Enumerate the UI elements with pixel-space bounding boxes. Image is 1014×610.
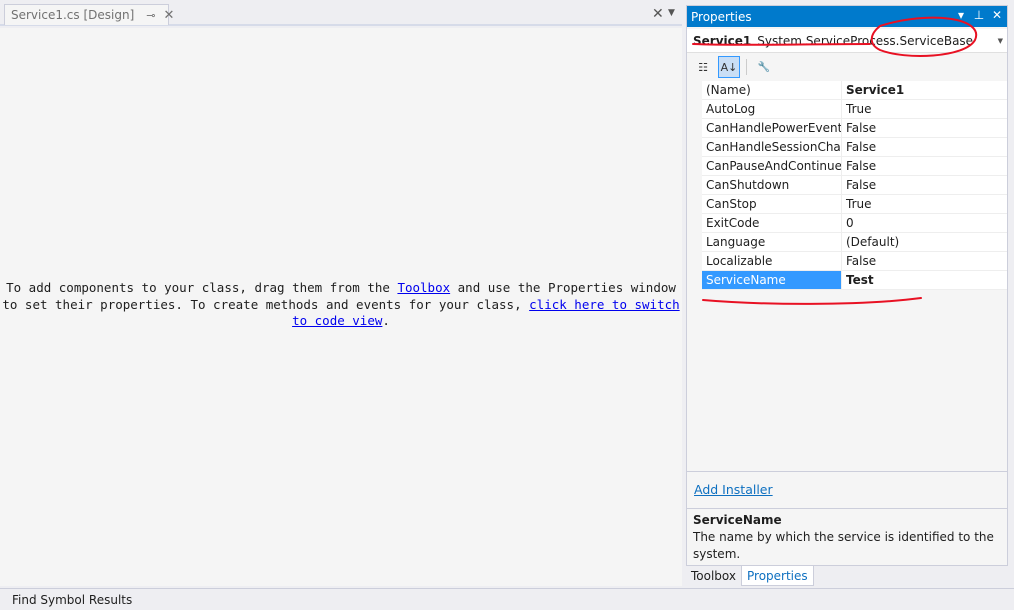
titlebar-icons: ▾ ⊥ ✕ — [955, 8, 1003, 22]
property-row-servicename[interactable]: ServiceName Test — [687, 270, 1007, 290]
property-row-canpauseandcontinue[interactable]: CanPauseAndContinue False — [687, 156, 1007, 176]
row-gutter — [687, 137, 702, 157]
property-name[interactable]: CanHandlePowerEvent — [702, 119, 842, 137]
property-value[interactable]: Test — [842, 271, 874, 289]
chevron-down-icon[interactable]: ▼ — [998, 37, 1003, 45]
property-grid: (Name) Service1 AutoLog True CanHandlePo… — [687, 80, 1007, 290]
component-designer-surface[interactable]: To add components to your class, drag th… — [0, 28, 682, 586]
row-gutter — [687, 156, 702, 176]
tab-title[interactable]: Service1.cs [Design] — [11, 8, 134, 22]
property-row-language[interactable]: Language (Default) — [687, 232, 1007, 252]
property-name[interactable]: CanHandleSessionChangeEvent — [702, 138, 842, 156]
property-value[interactable]: False — [842, 176, 876, 194]
row-gutter — [687, 175, 702, 195]
message-text: To add components to your class, drag th… — [6, 280, 398, 295]
property-name[interactable]: Localizable — [702, 252, 842, 270]
property-name[interactable]: ExitCode — [702, 214, 842, 232]
property-row-canhandlesessionchangeevent[interactable]: CanHandleSessionChangeEvent False — [687, 137, 1007, 157]
property-value[interactable]: False — [842, 157, 876, 175]
tab-properties[interactable]: Properties — [741, 566, 814, 586]
property-row-autolog[interactable]: AutoLog True — [687, 99, 1007, 119]
object-type: System.ServiceProcess.ServiceBase — [757, 33, 974, 48]
alphabetical-icon[interactable]: A↓ — [718, 56, 740, 78]
property-value[interactable]: True — [842, 195, 872, 213]
designer-message: To add components to your class, drag th… — [0, 280, 682, 330]
tab-service1-design[interactable]: Service1.cs [Design] ⊸ ✕ — [4, 4, 174, 25]
switch-to-code-link-cont[interactable]: to code view — [292, 313, 382, 328]
message-text: to set their properties. To create metho… — [2, 296, 530, 312]
property-name[interactable]: CanStop — [702, 195, 842, 213]
property-name[interactable]: AutoLog — [702, 100, 842, 118]
property-name[interactable]: CanShutdown — [702, 176, 842, 194]
tab-toolbox[interactable]: Toolbox — [686, 566, 741, 586]
property-row-localizable[interactable]: Localizable False — [687, 251, 1007, 271]
close-all-icon[interactable]: ✕ — [652, 6, 664, 22]
row-gutter — [687, 194, 702, 214]
window-position-dropdown-icon[interactable]: ▾ — [955, 8, 967, 22]
property-value[interactable]: False — [842, 119, 876, 137]
property-row-canshutdown[interactable]: CanShutdown False — [687, 175, 1007, 195]
description-pane: ServiceName The name by which the servic… — [687, 508, 1007, 566]
bottom-tool-window-bar: Find Symbol Results — [0, 588, 1014, 610]
add-installer-link[interactable]: Add Installer — [694, 482, 773, 497]
row-gutter — [687, 213, 702, 233]
property-row-canstop[interactable]: CanStop True — [687, 194, 1007, 214]
row-gutter — [687, 80, 702, 100]
description-title: ServiceName — [693, 513, 782, 527]
property-name[interactable]: CanPauseAndContinue — [702, 157, 842, 175]
property-value[interactable]: False — [842, 138, 876, 156]
properties-pane: Properties ▾ ⊥ ✕ Service1 System.Service… — [686, 5, 1008, 566]
row-gutter — [687, 99, 702, 119]
property-name[interactable]: Language — [702, 233, 842, 251]
object-selector[interactable]: Service1 System.ServiceProcess.ServiceBa… — [687, 29, 1007, 53]
property-value[interactable]: False — [842, 252, 876, 270]
tab-find-symbol-results[interactable]: Find Symbol Results — [12, 593, 132, 607]
pane-tab-strip: Toolbox Properties — [686, 566, 814, 586]
chevron-down-icon[interactable]: ▼ — [668, 8, 675, 18]
row-gutter — [687, 232, 702, 252]
property-value[interactable]: True — [842, 100, 872, 118]
toolbar-separator — [746, 59, 747, 75]
commands-pane: Add Installer — [687, 471, 1007, 507]
properties-titlebar[interactable]: Properties ▾ ⊥ ✕ — [687, 6, 1007, 27]
property-name[interactable]: (Name) — [702, 81, 842, 99]
property-row-exitcode[interactable]: ExitCode 0 — [687, 213, 1007, 233]
close-icon[interactable]: ✕ — [991, 8, 1003, 22]
properties-title: Properties — [691, 9, 752, 24]
toolbox-link[interactable]: Toolbox — [397, 280, 450, 295]
property-name[interactable]: ServiceName — [702, 271, 842, 289]
object-name: Service1 — [693, 33, 752, 48]
row-gutter — [687, 118, 702, 138]
message-text: . — [382, 313, 390, 328]
close-icon[interactable]: ✕ — [163, 8, 174, 23]
document-tab-bar: Service1.cs [Design] ⊸ ✕ ✕ ▼ — [0, 0, 682, 26]
property-value[interactable]: 0 — [842, 214, 854, 232]
row-gutter — [687, 270, 702, 290]
pin-icon[interactable]: ⊸ — [146, 9, 155, 22]
property-value[interactable]: Service1 — [842, 81, 904, 99]
auto-hide-pin-icon[interactable]: ⊥ — [973, 8, 985, 22]
row-gutter — [687, 251, 702, 271]
wrench-icon[interactable]: 🔧 — [753, 56, 775, 78]
message-text: and use the Properties window — [450, 280, 676, 295]
property-value[interactable]: (Default) — [842, 233, 899, 251]
categorized-icon[interactable]: ☷ — [692, 56, 714, 78]
switch-to-code-link[interactable]: click here to switch — [529, 297, 680, 312]
property-row-canhandlepowerevent[interactable]: CanHandlePowerEvent False — [687, 118, 1007, 138]
description-text: The name by which the service is identif… — [693, 530, 994, 561]
property-row-name[interactable]: (Name) Service1 — [687, 80, 1007, 100]
properties-toolbar: ☷ A↓ 🔧 — [687, 54, 1007, 80]
property-grid-empty-area — [687, 291, 1007, 471]
